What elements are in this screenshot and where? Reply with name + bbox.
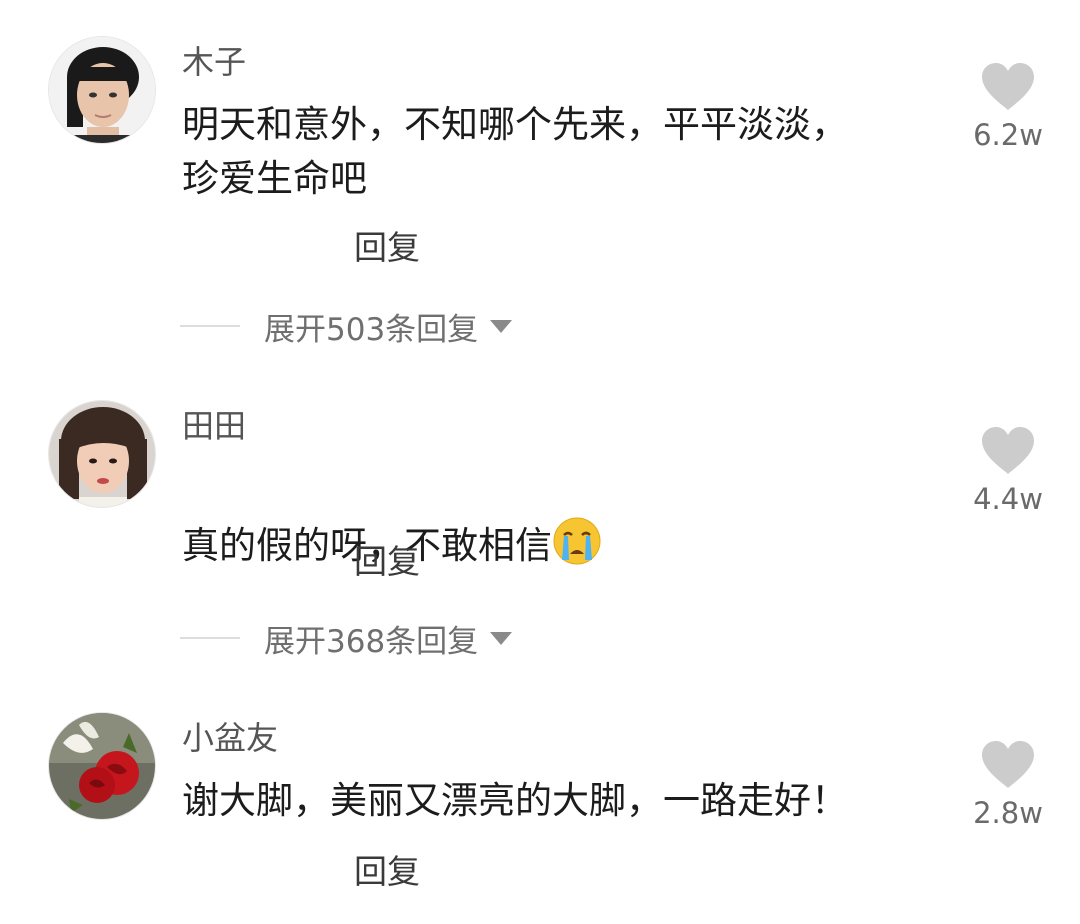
like-count: 2.8w	[973, 796, 1043, 830]
like-button[interactable]: 4.4w	[960, 426, 1056, 516]
heart-icon[interactable]	[980, 62, 1036, 112]
like-count: 6.2w	[973, 118, 1043, 152]
chevron-down-icon	[490, 631, 513, 645]
username[interactable]: 田田	[182, 406, 246, 446]
divider	[180, 325, 240, 327]
avatar[interactable]	[48, 36, 156, 144]
reply-button[interactable]: 回复	[354, 542, 420, 582]
heart-icon[interactable]	[980, 740, 1036, 790]
like-count: 4.4w	[973, 482, 1043, 516]
username[interactable]: 小盆友	[182, 718, 278, 758]
divider	[180, 637, 240, 639]
comment-text: 真的假的呀，不敢相信	[182, 462, 902, 573]
username[interactable]: 木子	[182, 42, 246, 82]
like-button[interactable]: 6.2w	[960, 62, 1056, 152]
expand-replies-label: 展开503条回复	[264, 311, 479, 348]
reply-button[interactable]: 回复	[354, 852, 420, 892]
expand-replies[interactable]: 展开368条回复	[180, 618, 513, 660]
expand-replies[interactable]: 展开503条回复	[180, 306, 513, 348]
avatar[interactable]	[48, 400, 156, 508]
heart-icon[interactable]	[980, 426, 1036, 476]
comment-text: 谢大脚，美丽又漂亮的大脚，一路走好！	[182, 779, 848, 822]
reply-button[interactable]: 回复	[354, 228, 420, 268]
expand-replies-label: 展开368条回复	[264, 623, 479, 660]
avatar[interactable]	[48, 712, 156, 820]
chevron-down-icon	[490, 319, 513, 333]
comment-text: 明天和意外，不知哪个先来，平平淡淡， 珍爱生命吧	[182, 103, 848, 200]
crying-face-icon	[553, 517, 601, 565]
like-button[interactable]: 2.8w	[960, 740, 1056, 830]
